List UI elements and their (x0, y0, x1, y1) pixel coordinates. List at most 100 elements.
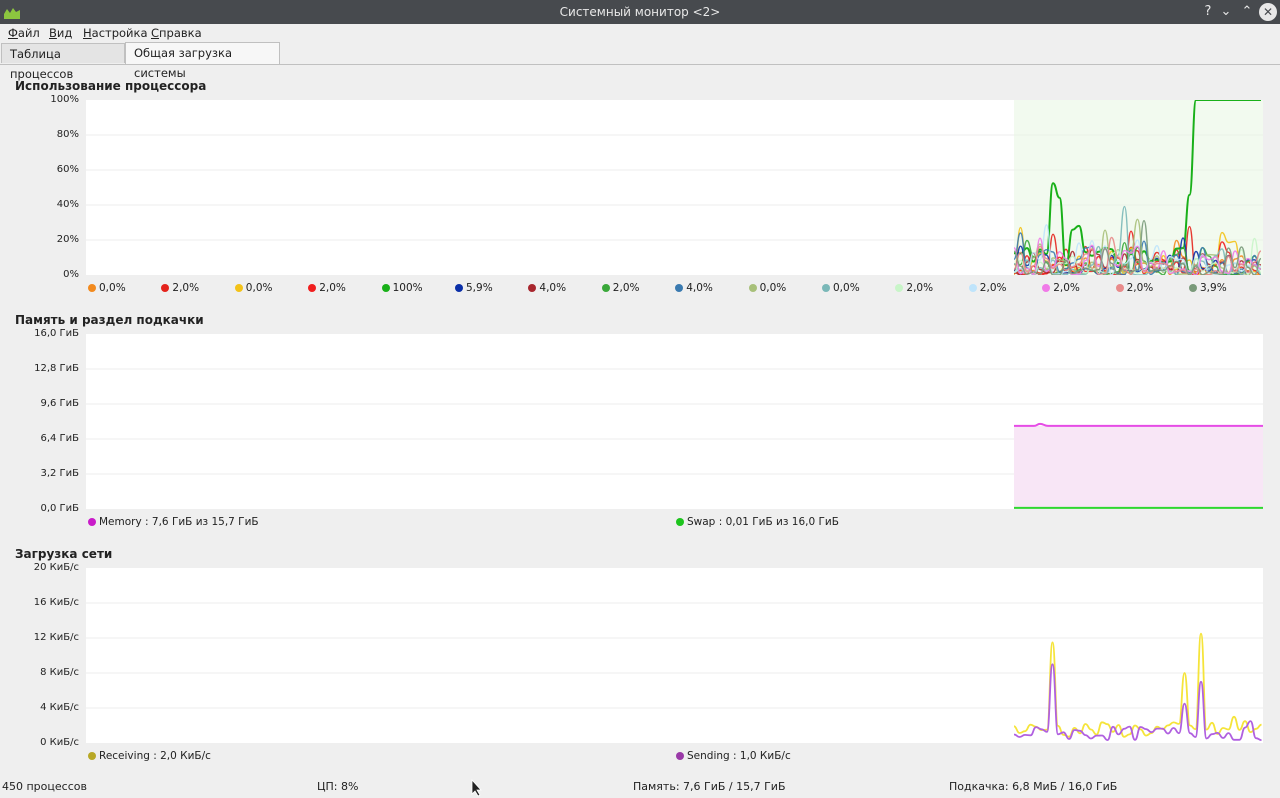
cpu-legend-item: 4,0% (675, 282, 713, 294)
cpu-legend-label: 4,0% (539, 282, 567, 294)
menu-file-label: айл (17, 26, 40, 40)
memory-fill-area (1014, 425, 1263, 509)
cpu-legend-swatch (88, 284, 96, 292)
memory-y-tick-label: 16,0 ГиБ (34, 328, 79, 339)
menu-view-accel: В (49, 26, 57, 40)
title-bar: Системный монитор <2> ? ⌄ ⌃ ✕ (0, 0, 1280, 24)
network-y-tick-label: 12 КиБ/с (33, 632, 79, 643)
menu-file-accel: Ф (8, 26, 18, 40)
mouse-cursor-icon (471, 779, 482, 797)
cpu-legend-label: 2,0% (319, 282, 346, 294)
cpu-legend-swatch (1189, 284, 1197, 292)
menu-view-label: ид (56, 26, 73, 40)
cpu-legend-label: 4,0% (686, 282, 713, 294)
cpu-section-title: Использование процессора (15, 79, 207, 93)
cpu-y-tick-label: 0% (63, 269, 79, 280)
minimize-icon[interactable]: ⌄ (1217, 3, 1235, 21)
network-chart-svg (86, 602, 1263, 742)
memory-plot (86, 334, 1263, 509)
memory-legend-swatch (88, 518, 96, 526)
close-icon[interactable]: ✕ (1259, 3, 1277, 21)
network-legend-swatch (676, 752, 684, 760)
cpu-legend-label: 5,9% (466, 282, 493, 294)
network-y-tick-label: 4 КиБ/с (40, 702, 79, 713)
memory-chart-svg (86, 368, 1263, 509)
cpu-legend-swatch (822, 284, 830, 292)
cpu-legend-item: 5,9% (455, 282, 493, 294)
cpu-legend-item: 2,0% (895, 282, 933, 294)
status-memory: Память: 7,6 ГиБ / 15,7 ГиБ (633, 780, 786, 793)
menu-file[interactable]: Файл (8, 26, 40, 40)
cpu-legend-item: 2,0% (308, 282, 346, 294)
tab-bar: Таблица процессов Общая загрузка системы (0, 42, 1280, 81)
window-title: Системный монитор <2> (559, 5, 721, 19)
cpu-legend-item: 4,0% (528, 282, 566, 294)
cpu-legend-label: 0,0% (833, 282, 860, 294)
memory-legend-label: Memory : 7,6 ГиБ из 15,7 ГиБ (99, 516, 259, 528)
cpu-legend-item: 2,0% (601, 282, 640, 294)
memory-section-title: Память и раздел подкачки (15, 313, 204, 327)
network-y-tick-label: 0 КиБ/с (40, 737, 79, 748)
cpu-legend-label: 100% (392, 282, 423, 294)
cpu-legend-item: 0,0% (748, 282, 786, 294)
network-legend-item: Sending : 1,0 КиБ/с (676, 750, 791, 762)
menu-help-label: правка (159, 26, 202, 40)
tab-process-table[interactable]: Таблица процессов (1, 43, 125, 81)
cpu-legend-item: 0,0% (88, 282, 126, 294)
cpu-legend-item: 2,0% (968, 282, 1006, 294)
network-legend-swatch (88, 752, 96, 760)
memory-legend-item: Memory : 7,6 ГиБ из 15,7 ГиБ (88, 516, 259, 528)
memory-legend-swatch (676, 518, 684, 526)
network-section-title: Загрузка сети (15, 547, 113, 561)
cpu-y-tick-label: 60% (56, 164, 79, 175)
network-y-tick-label: 20 КиБ/с (33, 562, 79, 573)
cpu-legend-item: 3,9% (1189, 282, 1227, 294)
maximize-icon[interactable]: ⌃ (1238, 3, 1256, 21)
cpu-legend-swatch (381, 284, 390, 292)
menu-help-accel: С (151, 26, 160, 40)
cpu-legend-swatch (748, 284, 757, 292)
cpu-legend-swatch (455, 284, 463, 292)
menu-settings-label: астройка (91, 26, 148, 40)
memory-y-tick-label: 9,6 ГиБ (40, 398, 79, 409)
menu-settings[interactable]: Настройка (83, 26, 148, 40)
cpu-y-tick-label: 100% (50, 94, 79, 105)
cpu-legend-label: 2,0% (612, 282, 640, 294)
menu-help[interactable]: Справка (151, 26, 202, 40)
memory-line (1014, 422, 1263, 427)
cpu-legend-swatch (1042, 284, 1051, 292)
cpu-legend-item: 0,0% (234, 282, 273, 294)
cpu-y-tick-label: 20% (56, 234, 79, 245)
help-icon[interactable]: ? (1199, 3, 1217, 21)
cpu-legend-label: 2,0% (172, 282, 200, 294)
network-y-tick-label: 16 КиБ/с (33, 597, 79, 608)
status-swap: Подкачка: 6,8 МиБ / 16,0 ГиБ (949, 780, 1118, 793)
cpu-legend-swatch (895, 284, 904, 292)
cpu-legend-label: 2,0% (1126, 282, 1154, 294)
memory-legend-label: Swap : 0,01 ГиБ из 16,0 ГиБ (687, 516, 839, 528)
menu-settings-accel: Н (83, 26, 92, 40)
memory-y-tick-label: 12,8 ГиБ (34, 363, 79, 374)
cpu-legend-swatch (308, 284, 317, 292)
menu-view[interactable]: Вид (49, 26, 72, 40)
status-cpu: ЦП: 8% (317, 780, 359, 793)
cpu-legend-swatch (161, 284, 170, 292)
cpu-legend-item: 2,0% (1042, 282, 1080, 294)
tab-system-load[interactable]: Общая загрузка системы (125, 42, 280, 80)
cpu-legend-item: 100% (381, 282, 423, 294)
cpu-chart-svg (86, 100, 1263, 275)
cpu-legend-item: 0,0% (822, 282, 860, 294)
memory-y-tick-label: 6,4 ГиБ (40, 433, 79, 444)
cpu-legend-label: 2,0% (1053, 282, 1080, 294)
cpu-y-tick-label: 40% (56, 199, 79, 210)
cpu-legend-item: 2,0% (1115, 282, 1154, 294)
cpu-y-tick-label: 80% (56, 129, 79, 140)
cpu-legend-swatch (234, 284, 243, 292)
cpu-legend-label: 0,0% (245, 282, 273, 294)
cpu-legend-swatch (528, 284, 537, 292)
cpu-plot (86, 100, 1263, 275)
memory-y-tick-label: 3,2 ГиБ (40, 468, 79, 479)
cpu-legend-swatch (601, 284, 610, 292)
cpu-legend-swatch (1115, 284, 1124, 292)
cpu-legend-swatch (675, 284, 684, 292)
